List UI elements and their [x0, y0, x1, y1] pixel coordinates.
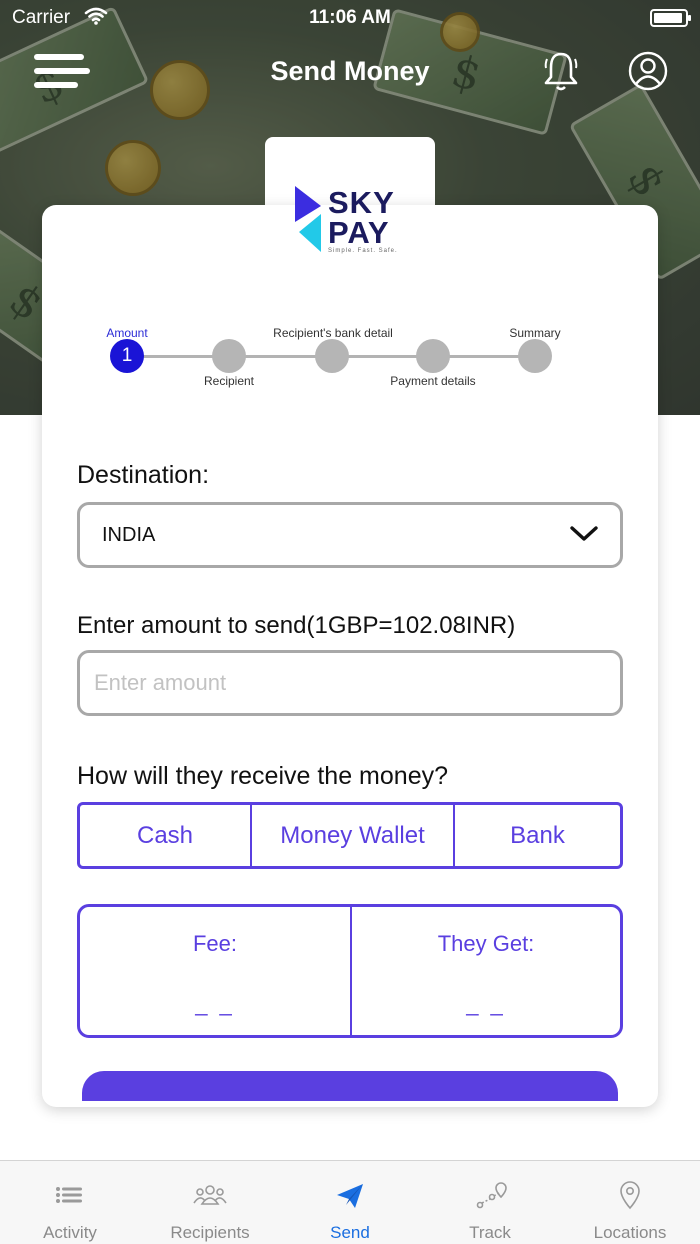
destination-select[interactable]: INDIA [77, 502, 623, 568]
battery-icon [650, 9, 691, 27]
step-label-recipient: Recipient [203, 374, 255, 388]
clock-time: 11:06 AM [309, 7, 391, 28]
tab-locations[interactable]: Locations [560, 1161, 700, 1244]
fee-value: _ _ [195, 991, 235, 1016]
activity-list-icon [50, 1179, 90, 1211]
step-label-bank-detail: Recipient's bank detail [273, 326, 393, 340]
fee-summary-box: Fee: _ _ They Get: _ _ [77, 904, 623, 1038]
destination-value: INDIA [102, 524, 156, 546]
they-get-label: They Get: [437, 931, 535, 956]
step-label-amount: Amount [106, 326, 148, 340]
page-title: Send Money [270, 56, 430, 86]
logo-tagline: Simple. Fast. Safe. [328, 248, 398, 254]
send-money-screen: Carrier 11:06 AM Send Money [0, 0, 700, 1244]
fee-label: Fee: [192, 931, 238, 956]
tab-send[interactable]: Send [280, 1161, 420, 1244]
logo-line-1: SKY [328, 185, 395, 220]
bottom-tab-bar: Activity Recipients Send Track Locations [0, 1160, 700, 1244]
step-label-summary: Summary [509, 326, 561, 340]
amount-input[interactable] [77, 650, 623, 716]
send-money-card: Amount 1 Recipient Recipient's bank deta… [42, 205, 658, 1107]
step-1-dot[interactable]: 1 [110, 339, 144, 373]
receive-method-selector: Cash Money Wallet Bank [77, 802, 623, 869]
profile-icon[interactable] [628, 51, 668, 91]
send-paper-plane-icon [330, 1179, 370, 1211]
receive-money-wallet-button[interactable]: Money Wallet [250, 805, 453, 866]
status-bar: Carrier 11:06 AM [0, 0, 700, 36]
continue-button[interactable] [82, 1071, 618, 1101]
tab-activity[interactable]: Activity [0, 1161, 140, 1244]
chevron-down-icon [570, 525, 598, 548]
step-3-dot[interactable] [315, 339, 349, 373]
they-get-column: They Get: _ _ [350, 907, 620, 1035]
tab-label-send: Send [330, 1223, 370, 1242]
tab-track[interactable]: Track [420, 1161, 560, 1244]
they-get-value: _ _ [466, 991, 506, 1016]
receive-bank-button[interactable]: Bank [453, 805, 620, 866]
track-route-icon [470, 1179, 510, 1211]
step-5-dot[interactable] [518, 339, 552, 373]
receive-method-label: How will they receive the money? [77, 762, 448, 790]
logo-line-2: PAY [328, 215, 390, 250]
location-pin-icon [610, 1179, 650, 1211]
step-label-payment-details: Payment details [390, 374, 476, 388]
tab-recipients[interactable]: Recipients [140, 1161, 280, 1244]
notification-bell-icon[interactable] [542, 50, 580, 92]
fee-column: Fee: _ _ [80, 907, 350, 1035]
destination-label: Destination: [77, 461, 210, 489]
amount-label: Enter amount to send(1GBP=102.08INR) [77, 612, 516, 639]
skypay-logo: SKY PAY Simple. Fast. Safe. [295, 186, 405, 258]
receive-cash-button[interactable]: Cash [80, 805, 250, 866]
tab-label-locations: Locations [593, 1223, 667, 1242]
tab-label-track: Track [469, 1223, 511, 1242]
step-2-dot[interactable] [212, 339, 246, 373]
tab-label-recipients: Recipients [170, 1223, 250, 1242]
step-4-dot[interactable] [416, 339, 450, 373]
tab-label-activity: Activity [43, 1223, 97, 1242]
recipients-group-icon [190, 1179, 230, 1211]
